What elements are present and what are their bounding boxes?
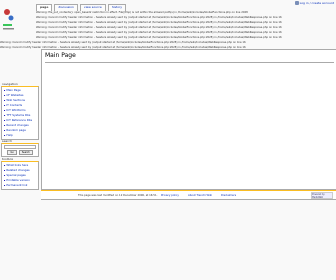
warning-line: Warning: Cannot modify header informatio… (36, 31, 282, 34)
tool-permanent-link[interactable]: Permanent link (4, 183, 36, 188)
about-link[interactable]: About Trenchi Wiki (188, 194, 212, 197)
tab-history[interactable]: history (107, 4, 127, 11)
disclaimers-link[interactable]: Disclaimers (221, 194, 236, 197)
tab-page[interactable]: page (36, 4, 53, 11)
warning-line: Warning: file_put_contents(): open_based… (36, 11, 248, 14)
warning-line: Warning: Cannot modify header informatio… (36, 16, 282, 19)
content-area: Main Page (41, 49, 336, 190)
personal-tools: Log in / create account (294, 1, 334, 5)
go-button[interactable]: Go (7, 150, 17, 155)
tab-discussion[interactable]: discussion (54, 4, 78, 11)
warning-line: Warning: Cannot modify header informatio… (36, 36, 282, 39)
title-divider (45, 62, 334, 63)
footer: This page was last modified on 12 Decemb… (41, 190, 336, 200)
login-link[interactable]: Log in / create account (300, 1, 334, 5)
warning-line: Warning: Cannot modify header informatio… (36, 26, 282, 29)
warning-line: Warning: Cannot modify header informatio… (36, 21, 282, 24)
powered-by-badge[interactable]: Powered by MediaWiki (311, 192, 333, 199)
nav-item-help[interactable]: Help (4, 133, 36, 138)
search-button[interactable]: Search (18, 150, 33, 155)
navigation-portlet: navigation Main Page CF Websites Wiki Se… (1, 82, 39, 140)
privacy-link[interactable]: Privacy policy (161, 194, 179, 197)
toolbox-portlet: toolbox What links here Related changes … (1, 157, 39, 190)
search-portlet: search Go Search (1, 139, 39, 157)
page-tabs: page discussion view source history (36, 2, 127, 11)
page-title: Main Page (45, 52, 76, 59)
tab-view-source[interactable]: view source (79, 4, 106, 11)
warning-line: Warning: Cannot modify header informatio… (0, 41, 246, 44)
search-input[interactable] (4, 145, 36, 149)
last-modified: This page was last modified on 12 Decemb… (78, 194, 158, 197)
user-icon (294, 1, 299, 5)
